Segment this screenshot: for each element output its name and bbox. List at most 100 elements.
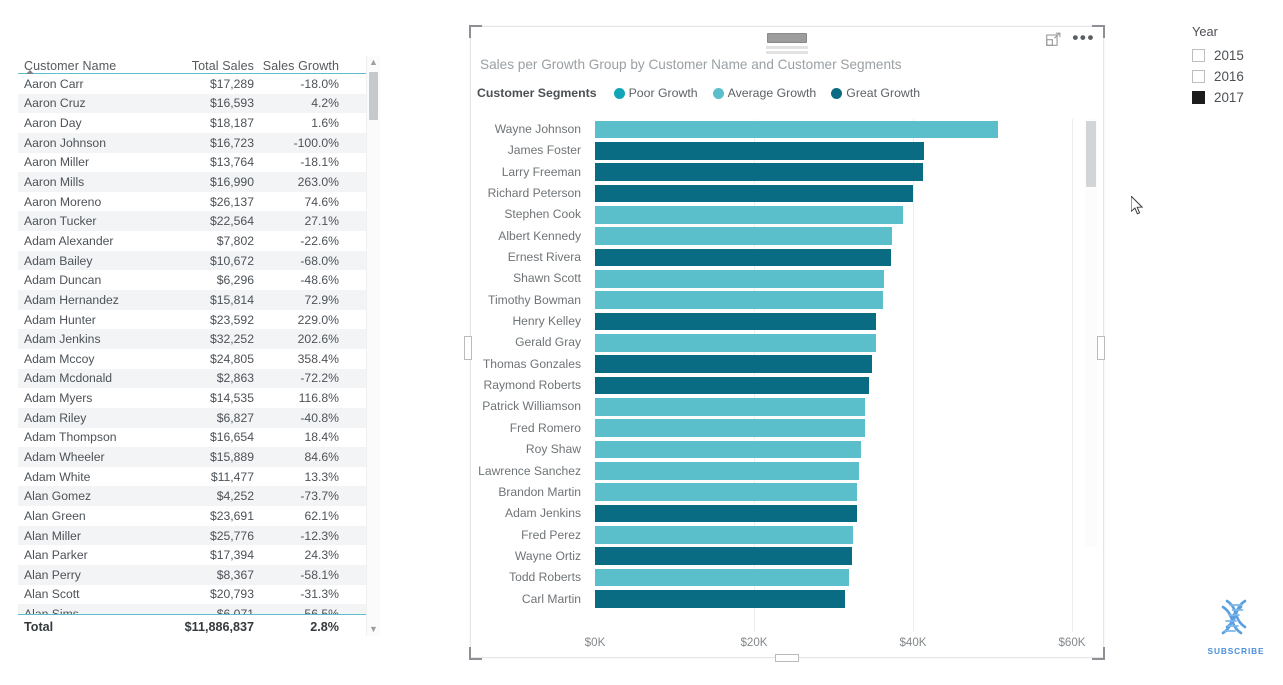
scroll-up-arrow-icon[interactable]: ▲ [367,56,380,69]
table-row[interactable]: Alan Gomez $4,252 -73.7% [18,486,380,507]
slicer-checkbox[interactable] [1192,91,1205,104]
chart-bar-row[interactable] [595,525,1072,546]
chart-bar-row[interactable] [595,162,1072,183]
table-row[interactable]: Adam Mcdonald $2,863 -72.2% [18,368,380,389]
chart-bar-row[interactable] [595,461,1072,482]
chart-bar-row[interactable] [595,396,1072,417]
table-row[interactable]: Alan Perry $8,367 -58.1% [18,565,380,585]
table-row[interactable]: Alan Miller $25,776 -12.3% [18,525,380,546]
table-vertical-scrollbar[interactable]: ▲ ▼ [366,56,380,636]
resize-corner-top-left[interactable] [469,25,482,38]
chart-bar-row[interactable] [595,226,1072,247]
chart-bar[interactable] [595,334,876,352]
table-row[interactable]: Alan Parker $17,394 24.3% [18,545,380,565]
year-slicer[interactable]: Year 2015 2016 2017 [1192,24,1278,108]
chart-bar-row[interactable] [595,354,1072,375]
table-row[interactable]: Adam Hunter $23,592 229.0% [18,310,380,330]
slicer-items[interactable]: 2015 2016 2017 [1192,45,1278,108]
chart-bar[interactable] [595,184,913,203]
legend-item[interactable]: Average Growth [712,86,816,100]
visual-header-icons[interactable]: ••• [1046,29,1095,47]
chart-bar[interactable] [595,590,845,608]
table-row[interactable]: Aaron Day $18,187 1.6% [18,113,380,133]
resize-corner-top-right[interactable] [1092,25,1105,38]
chart-bar-row[interactable] [595,503,1072,524]
chart-bar-row[interactable] [595,140,1072,161]
chart-bar[interactable] [595,163,923,181]
legend-items[interactable]: Poor Growth Average Growth Great Growth [613,86,935,100]
table-row[interactable]: Adam Wheeler $15,889 84.6% [18,447,380,467]
table-row[interactable]: Adam Alexander $7,802 -22.6% [18,231,380,251]
chart-bar[interactable] [595,568,849,587]
chart-scrollbar-thumb[interactable] [1086,121,1096,187]
chart-bar-row[interactable] [595,418,1072,439]
table-row[interactable]: Alan Sims$6,071-56.5% [18,604,380,614]
table-row[interactable]: Aaron Carr $17,289 -18.0% [18,74,380,94]
chart-bar[interactable] [595,398,866,416]
sales-per-growth-group-chart[interactable]: ••• Sales per Growth Group by Customer N… [470,26,1104,658]
chart-bar[interactable] [595,483,858,502]
chart-bar[interactable] [595,248,891,267]
table-body[interactable]: Aaron Carr $17,289 -18.0% Aaron Cruz $16,593… [18,74,380,614]
visual-drag-handle[interactable] [766,33,808,54]
resize-corner-bottom-right[interactable] [1092,647,1105,660]
resize-handle-left[interactable] [464,336,472,360]
chart-bars[interactable] [595,119,1073,632]
chart-bar[interactable] [595,462,859,480]
chart-bar-row[interactable] [595,332,1072,353]
chart-bar[interactable] [595,504,857,523]
slicer-checkbox[interactable] [1192,49,1205,62]
table-row[interactable]: Adam Thompson $16,654 18.4% [18,428,380,448]
chart-bar-row[interactable] [595,375,1072,396]
table-row[interactable]: Adam Hernandez $15,814 72.9% [18,290,380,310]
chart-bar-row[interactable] [595,268,1072,289]
chart-bar-row[interactable] [595,546,1072,567]
table-row[interactable]: Aaron Moreno $26,137 74.6% [18,192,380,212]
table-row[interactable]: Aaron Johnson $16,723 -100.0% [18,132,380,153]
chart-bar-row[interactable] [595,183,1072,204]
column-header-total-sales[interactable]: Total Sales [172,59,254,73]
chart-vertical-scrollbar[interactable] [1085,119,1097,547]
slicer-item-2017[interactable]: 2017 [1192,87,1278,108]
chart-bar[interactable] [595,227,893,245]
table-row[interactable]: Adam Duncan $6,296 -48.6% [18,270,380,290]
chart-bar-row[interactable] [595,290,1072,311]
chart-bar[interactable] [595,547,852,566]
chart-bar[interactable] [595,526,853,544]
chart-bar[interactable] [595,120,999,139]
chart-bar-row[interactable] [595,119,1072,140]
resize-corner-bottom-left[interactable] [469,647,482,660]
column-header-sales-growth[interactable]: Sales Growth [254,59,339,73]
chart-bar[interactable] [595,205,904,224]
table-row[interactable]: Aaron Cruz $16,593 4.2% [18,93,380,114]
chart-bar-row[interactable] [595,589,1072,610]
table-scrollbar-thumb[interactable] [369,72,378,120]
chart-bar[interactable] [595,419,865,437]
chart-bar-row[interactable] [595,439,1072,460]
table-row[interactable]: Alan Green $23,691 62.1% [18,506,380,526]
chart-bar[interactable] [595,355,873,373]
slicer-item-2015[interactable]: 2015 [1192,45,1278,66]
table-row[interactable]: Adam Jenkins $32,252 202.6% [18,329,380,349]
scroll-down-arrow-icon[interactable]: ▼ [367,623,380,636]
chart-bar-row[interactable] [595,482,1072,503]
slicer-item-2016[interactable]: 2016 [1192,66,1278,87]
table-row[interactable]: Adam White $11,477 13.3% [18,467,380,487]
chart-bar[interactable] [595,141,925,160]
chart-bar-row[interactable] [595,204,1072,225]
chart-bar-row[interactable] [595,311,1072,332]
slicer-checkbox[interactable] [1192,70,1205,83]
table-row[interactable]: Aaron Mills $16,990 263.0% [18,172,380,192]
table-row[interactable]: Aaron Tucker $22,564 27.1% [18,211,380,232]
table-row[interactable]: Adam Bailey $10,672 -68.0% [18,250,380,271]
column-header-customer-name[interactable]: Customer Name [24,59,172,73]
customer-sales-table[interactable]: Customer Name Total Sales Sales Growth A… [18,48,380,658]
chart-bar[interactable] [595,270,885,288]
resize-handle-right[interactable] [1097,336,1105,360]
legend-item[interactable]: Great Growth [831,86,920,100]
chart-bar[interactable] [595,376,870,395]
table-row[interactable]: Aaron Miller $13,764 -18.1% [18,153,380,173]
table-row[interactable]: Adam Mccoy $24,805 358.4% [18,349,380,369]
resize-handle-bottom[interactable] [775,654,799,662]
chart-bar-row[interactable] [595,567,1072,588]
